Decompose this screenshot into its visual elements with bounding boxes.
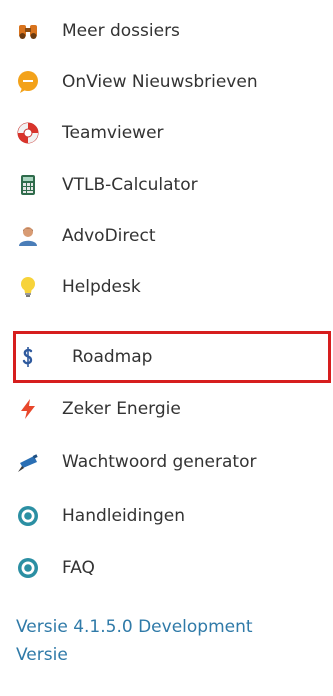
binoculars-icon (16, 19, 40, 43)
menu-item-roadmap[interactable]: Roadmap (0, 332, 333, 382)
version-info[interactable]: Versie 4.1.5.0 Development Versie (16, 613, 333, 669)
menu-item-helpdesk[interactable]: Helpdesk (0, 262, 333, 312)
menu-item-label: OnView Nieuwsbrieven (62, 72, 258, 92)
lightbulb-icon (16, 275, 40, 299)
version-line-2: Versie (16, 645, 68, 665)
menu-item-wachtwoord-generator[interactable]: Wachtwoord generator (0, 437, 333, 487)
version-line-1: Versie 4.1.5.0 Development (16, 617, 253, 637)
menu-item-label: Roadmap (72, 347, 153, 367)
menu-item-onview-nieuwsbrieven[interactable]: OnView Nieuwsbrieven (0, 57, 333, 107)
menu-item-vtlb-calculator[interactable]: VTLB-Calculator (0, 160, 333, 210)
menu-item-label: FAQ (62, 558, 95, 578)
calculator-icon (16, 173, 40, 197)
menu-item-advodirect[interactable]: AdvoDirect (0, 211, 333, 261)
menu-item-meer-dossiers[interactable]: Meer dossiers (0, 6, 333, 56)
chat-bubble-icon (16, 70, 40, 94)
menu-item-label: Meer dossiers (62, 21, 180, 41)
target-icon (16, 504, 40, 528)
target-icon (16, 556, 40, 580)
camera-icon (16, 450, 40, 474)
lightning-icon (16, 397, 40, 421)
lifebuoy-icon (16, 121, 40, 145)
menu-item-zeker-energie[interactable]: Zeker Energie (0, 384, 333, 434)
menu-item-label: Helpdesk (62, 277, 141, 297)
menu-item-label: VTLB-Calculator (62, 175, 198, 195)
menu-item-label: Wachtwoord generator (62, 452, 257, 472)
menu-item-handleidingen[interactable]: Handleidingen (0, 491, 333, 541)
user-icon (16, 224, 40, 248)
menu-item-teamviewer[interactable]: Teamviewer (0, 108, 333, 158)
menu-item-label: Zeker Energie (62, 399, 181, 419)
menu-item-faq[interactable]: FAQ (0, 543, 333, 593)
menu-item-label: Teamviewer (62, 123, 164, 143)
menu-item-label: AdvoDirect (62, 226, 156, 246)
dollar-icon (16, 345, 40, 369)
menu-item-label: Handleidingen (62, 506, 185, 526)
